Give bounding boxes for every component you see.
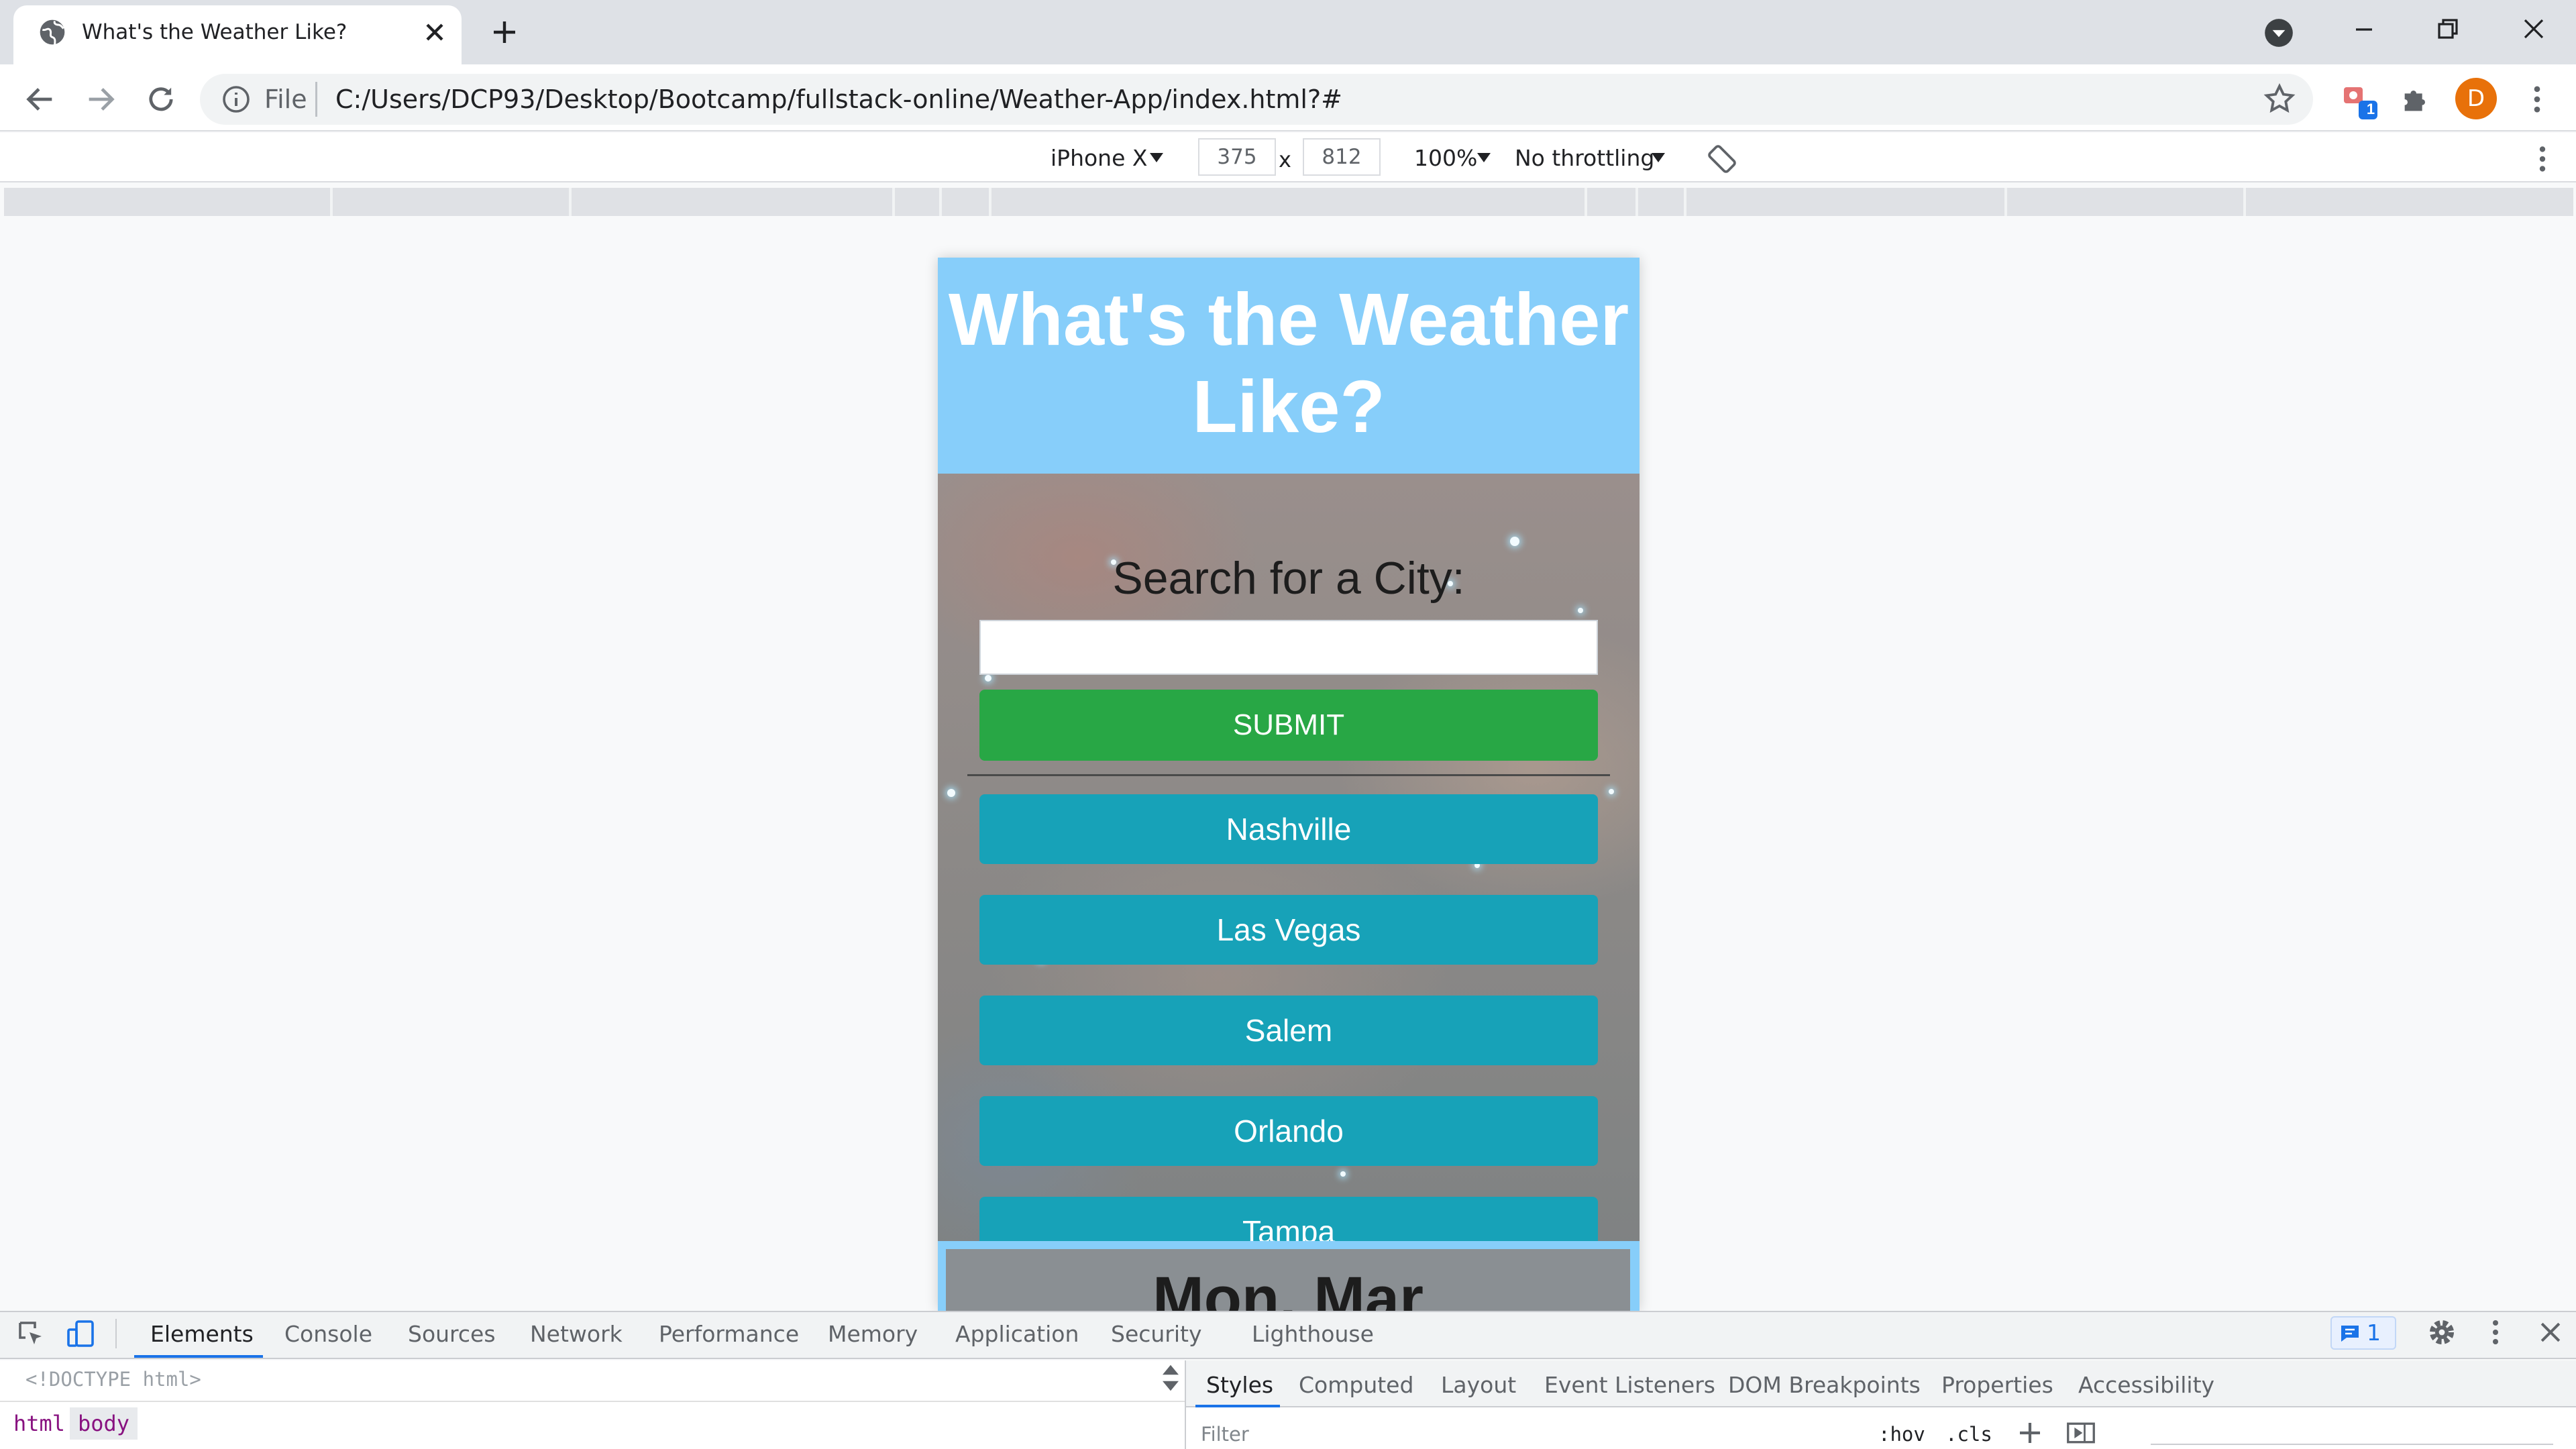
breadcrumb-html[interactable]: html: [5, 1407, 73, 1440]
scroll-up-icon[interactable]: [1161, 1362, 1181, 1378]
reload-icon[interactable]: [144, 82, 178, 117]
restore-icon[interactable]: [2428, 13, 2466, 46]
tab-dom-breakpoints[interactable]: DOM Breakpoints: [1728, 1371, 1921, 1399]
tab-styles[interactable]: Styles: [1206, 1371, 1273, 1399]
city-button-salem[interactable]: Salem: [979, 996, 1598, 1065]
city-button-nashville[interactable]: Nashville: [979, 794, 1598, 864]
tab-title: What's the Weather Like?: [82, 20, 347, 44]
bookmark-star-icon[interactable]: [2262, 82, 2297, 117]
extension-badge: 1: [2366, 101, 2375, 117]
tab-lighthouse[interactable]: Lighthouse: [1252, 1320, 1374, 1348]
kebab-menu-icon[interactable]: [2522, 82, 2552, 117]
caret-down-icon[interactable]: [1650, 149, 1666, 165]
rotate-icon[interactable]: [1705, 142, 1739, 176]
zoom-select[interactable]: 100%: [1414, 144, 1477, 173]
city-button-las-vegas[interactable]: Las Vegas: [979, 895, 1598, 965]
tab-network[interactable]: Network: [530, 1320, 623, 1348]
search-label: Search for a City:: [1112, 553, 1465, 604]
tab-security[interactable]: Security: [1111, 1320, 1202, 1348]
media-query-bar[interactable]: [4, 188, 2573, 216]
viewport-width-input[interactable]: 375: [1198, 138, 1276, 176]
device-select[interactable]: iPhone X: [1051, 144, 1148, 173]
dimension-separator: x: [1279, 147, 1291, 172]
profile-avatar[interactable]: D: [2455, 78, 2497, 119]
toggle-sidebar-icon[interactable]: [2066, 1421, 2096, 1445]
url-text[interactable]: C:/Users/DCP93/Desktop/Bootcamp/fullstac…: [335, 83, 1342, 115]
close-tab-icon[interactable]: [420, 17, 449, 47]
tab-elements[interactable]: Elements: [150, 1320, 254, 1348]
device-mode-icon[interactable]: [64, 1318, 97, 1350]
breadcrumb-body[interactable]: body: [70, 1407, 138, 1440]
tab-search-icon[interactable]: [2262, 16, 2296, 50]
forecast-card: Mon. Mar: [946, 1249, 1630, 1311]
tab-layout[interactable]: Layout: [1441, 1371, 1516, 1399]
tab-memory[interactable]: Memory: [828, 1320, 918, 1348]
tab-performance[interactable]: Performance: [659, 1320, 799, 1348]
active-sidebar-tab-indicator: [1195, 1405, 1280, 1407]
gear-icon[interactable]: [2426, 1316, 2458, 1348]
viewport-height-input[interactable]: 812: [1303, 138, 1381, 176]
new-tab-icon[interactable]: [488, 16, 521, 48]
back-arrow-icon[interactable]: [23, 82, 58, 117]
computed-filter[interactable]: [2151, 1411, 2553, 1445]
plus-icon[interactable]: [2018, 1421, 2042, 1445]
active-tab-indicator: [134, 1355, 263, 1358]
tab-computed[interactable]: Computed: [1299, 1371, 1413, 1399]
inspect-element-icon[interactable]: [15, 1318, 47, 1350]
message-icon: [2340, 1324, 2360, 1343]
device-toolbar-more-icon[interactable]: [2529, 142, 2556, 176]
filter-input[interactable]: Filter: [1201, 1421, 1249, 1448]
hover-state-toggle[interactable]: :hov: [1878, 1421, 1925, 1448]
city-search-input[interactable]: [979, 620, 1598, 675]
forecast-title: Mon. Mar: [1152, 1265, 1424, 1311]
class-toggle[interactable]: .cls: [1945, 1421, 1992, 1448]
tab-application[interactable]: Application: [955, 1320, 1079, 1348]
minimize-icon[interactable]: [2345, 13, 2383, 46]
caret-down-icon[interactable]: [1476, 149, 1492, 165]
tab-sources[interactable]: Sources: [408, 1320, 496, 1348]
url-separator: [315, 82, 317, 117]
toolbar-separator: [115, 1319, 117, 1348]
tab-event-listeners[interactable]: Event Listeners: [1544, 1371, 1715, 1399]
breadcrumb: [0, 1401, 1185, 1444]
tab-properties[interactable]: Properties: [1941, 1371, 2053, 1399]
tab-console[interactable]: Console: [284, 1320, 372, 1348]
page-title: What's the Weather Like?: [948, 278, 1629, 448]
tab-accessibility[interactable]: Accessibility: [2078, 1371, 2214, 1399]
close-devtools-icon[interactable]: [2536, 1318, 2565, 1347]
dom-doctype[interactable]: <!DOCTYPE html>: [25, 1366, 201, 1393]
info-icon[interactable]: [220, 83, 252, 115]
puzzle-icon[interactable]: [2399, 82, 2434, 117]
globe-icon: [38, 17, 67, 47]
caret-down-icon[interactable]: [1148, 149, 1165, 165]
city-button-orlando[interactable]: Orlando: [979, 1096, 1598, 1166]
devtools-more-icon[interactable]: [2483, 1316, 2508, 1348]
divider: [967, 774, 1610, 776]
submit-button[interactable]: SUBMIT: [979, 690, 1598, 761]
forward-arrow-icon[interactable]: [83, 82, 118, 117]
device-screen: What's the Weather Like? Search for a Ci…: [938, 258, 1640, 1311]
issues-count: 1: [2367, 1320, 2381, 1346]
close-window-icon[interactable]: [2514, 13, 2552, 46]
throttling-select[interactable]: No throttling: [1515, 144, 1654, 173]
url-scheme: File: [264, 85, 307, 114]
scroll-down-icon[interactable]: [1161, 1378, 1181, 1394]
